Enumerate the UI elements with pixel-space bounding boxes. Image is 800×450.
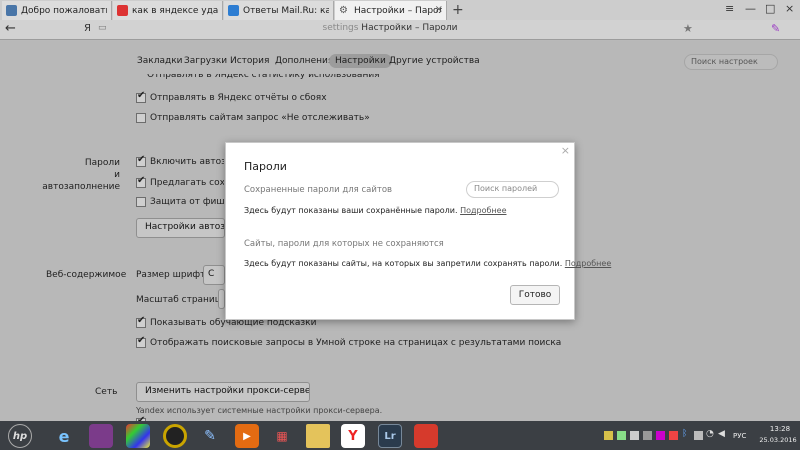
yandex-favicon-icon <box>117 5 128 16</box>
nav-history[interactable]: История <box>230 56 269 66</box>
url-prefix: settings <box>322 23 359 33</box>
enable-autofill-checkbox[interactable] <box>136 154 146 167</box>
photo-app-icon[interactable] <box>126 424 150 448</box>
media-disc-icon[interactable] <box>163 424 187 448</box>
nav-settings[interactable]: Настройки <box>329 54 392 68</box>
vk-favicon-icon <box>6 5 17 16</box>
language-indicator[interactable]: РУС <box>733 432 746 440</box>
send-reports-checkbox[interactable] <box>136 90 146 103</box>
show-queries-label: Отображать поисковые запросы в Умной стр… <box>150 338 562 348</box>
password-search-input[interactable]: Поиск паролей <box>466 181 559 198</box>
tray-icon-2[interactable] <box>617 431 626 440</box>
settings-search-input[interactable]: Поиск настроек <box>684 54 778 70</box>
nav-extensions[interactable]: Дополнения <box>275 56 333 66</box>
tray-icon-3[interactable] <box>630 431 639 440</box>
font-size-select[interactable]: С <box>203 265 225 285</box>
tray-icon-6[interactable] <box>669 431 678 440</box>
nav-downloads[interactable]: Загрузки <box>184 56 227 66</box>
tab-vkontakte[interactable]: Добро пожаловать | ВКонтак <box>2 1 112 20</box>
saved-passwords-message: Здесь будут показаны ваши сохранённые па… <box>244 206 458 215</box>
never-saved-message: Здесь будут показаны сайты, на которых в… <box>244 259 563 268</box>
done-button[interactable]: Готово <box>510 285 560 305</box>
yandex-logo-icon[interactable]: Я <box>84 23 91 34</box>
never-saved-text: Здесь будут показаны сайты, на которых в… <box>244 259 611 268</box>
offer-save-label: Предлагать сохранять пароли <box>150 178 224 188</box>
dialog-title: Пароли <box>244 160 287 173</box>
hp-icon[interactable]: hp <box>8 424 32 448</box>
tray-icon-1[interactable] <box>604 431 613 440</box>
dnt-label: Отправлять сайтам запрос «Не отслеживать… <box>150 113 370 123</box>
tab-title: Настройки – Пароли <box>354 5 442 16</box>
minimize-icon[interactable]: — <box>745 2 756 15</box>
back-arrow-icon[interactable]: ← <box>5 21 16 36</box>
clock-date[interactable]: 25.03.2016 <box>756 436 800 444</box>
more-info-link[interactable]: Подробнее <box>460 206 506 215</box>
tray-icon-8[interactable] <box>694 431 703 440</box>
dnt-checkbox[interactable] <box>136 113 146 123</box>
passwords-section-title: Пароли и автозаполнение <box>42 158 120 192</box>
passwords-dialog: Пароли × Сохраненные пароли для сайтов П… <box>225 142 611 320</box>
web-content-section-title: Веб-содержимое <box>46 270 127 280</box>
media-player-icon[interactable]: ▶ <box>235 424 259 448</box>
tray-icon-5[interactable] <box>656 431 665 440</box>
never-saved-label: Сайты, пароли для которых не сохраняются <box>244 239 444 249</box>
yandex-browser-icon[interactable]: Y <box>341 424 365 448</box>
show-queries-checkbox[interactable] <box>136 335 146 348</box>
internet-explorer-icon[interactable]: e <box>52 424 76 448</box>
more-info-link-2[interactable]: Подробнее <box>565 259 611 268</box>
lightroom-icon[interactable]: Lr <box>378 424 402 448</box>
close-tab-icon[interactable]: × <box>435 4 443 15</box>
taskbar: hp e ✎ ▶ ▦ Y Lr ᛒ ◔ ◀ РУС 13:28 25.03.20… <box>0 421 800 450</box>
nav-bookmarks[interactable]: Закладки <box>137 56 183 66</box>
app-window-icon[interactable] <box>89 424 113 448</box>
bookmark-star-icon[interactable]: ★ <box>683 22 693 35</box>
saved-passwords-text: Здесь будут показаны ваши сохранённые па… <box>244 206 507 215</box>
red-app-icon[interactable] <box>414 424 438 448</box>
enable-autofill-label: Включить автозаполнение <box>150 157 224 167</box>
page-zoom-select[interactable] <box>218 289 225 309</box>
tab-mail-answers[interactable]: Ответы Mail.Ru: как удалить <box>224 1 334 20</box>
url-field[interactable]: settings Настройки – Пароли <box>100 23 680 33</box>
page-zoom-label: Масштаб страницы: <box>136 295 232 305</box>
tab-title: как в яндексе удалить сохра <box>132 5 218 16</box>
tray-icon-4[interactable] <box>643 431 652 440</box>
network-section-title: Сеть <box>95 387 118 397</box>
gear-icon: ⚙ <box>339 5 348 16</box>
volume-icon[interactable]: ◀ <box>718 429 727 439</box>
offer-save-checkbox[interactable] <box>136 175 146 188</box>
send-reports-label: Отправлять в Яндекс отчёты о сбоях <box>150 93 327 103</box>
cut-off-setting-label: Отправлять в Яндекс статистику использов… <box>147 74 380 80</box>
new-tab-button[interactable]: + <box>452 2 464 18</box>
maximize-icon[interactable]: □ <box>765 2 775 15</box>
proxy-settings-button[interactable]: Изменить настройки прокси-сервера... <box>136 382 310 402</box>
paint-icon[interactable]: ✎ <box>198 424 222 448</box>
autofill-settings-button[interactable]: Настройки автозаполнения <box>136 218 225 238</box>
tab-yandex-search[interactable]: как в яндексе удалить сохра <box>113 1 223 20</box>
nav-other-devices[interactable]: Другие устройства <box>389 56 480 66</box>
clock-time[interactable]: 13:28 <box>760 425 800 433</box>
menu-icon[interactable]: ≡ <box>725 2 734 15</box>
tab-strip: Добро пожаловать | ВКонтак как в яндексе… <box>0 0 800 20</box>
file-explorer-icon[interactable] <box>306 424 330 448</box>
window-close-icon[interactable]: × <box>785 2 794 15</box>
apps-grid-icon[interactable]: ▦ <box>270 424 294 448</box>
tab-title: Ответы Mail.Ru: как удалить <box>243 5 329 16</box>
extension-pen-icon[interactable]: ✎ <box>771 22 780 35</box>
wifi-icon[interactable]: ◔ <box>706 429 715 439</box>
phishing-checkbox[interactable] <box>136 197 146 207</box>
saved-passwords-label: Сохраненные пароли для сайтов <box>244 185 393 195</box>
url-title: Настройки – Пароли <box>361 23 458 33</box>
proxy-note: Yandex использует системные настройки пр… <box>136 406 383 415</box>
tab-title: Добро пожаловать | ВКонтак <box>21 5 107 16</box>
show-hints-checkbox[interactable] <box>136 315 146 328</box>
phishing-label: Защита от фишинга <box>150 197 224 207</box>
dialog-close-icon[interactable]: × <box>561 144 570 157</box>
mail-favicon-icon <box>228 5 239 16</box>
bluetooth-icon[interactable]: ᛒ <box>682 429 691 439</box>
tab-settings-passwords[interactable]: ⚙ Настройки – Пароли × <box>335 1 447 20</box>
